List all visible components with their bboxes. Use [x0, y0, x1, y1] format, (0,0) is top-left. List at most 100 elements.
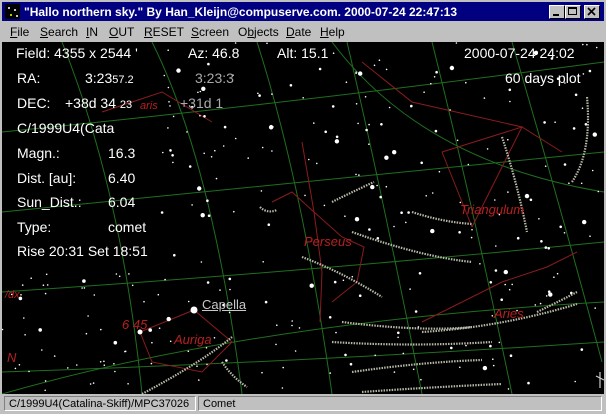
star	[169, 340, 172, 343]
star	[271, 93, 273, 95]
star	[281, 387, 284, 389]
star	[417, 326, 420, 328]
star	[588, 69, 592, 73]
menu-in[interactable]: IN	[86, 25, 98, 39]
star	[257, 92, 259, 95]
star	[234, 137, 237, 140]
distance-value: 6.40	[108, 170, 136, 186]
star	[200, 261, 203, 263]
star	[344, 215, 346, 217]
star	[18, 364, 21, 366]
star	[81, 287, 83, 289]
cursor-marker	[595, 372, 604, 388]
star	[44, 389, 46, 392]
rise-set-readout: Rise 20:31 Set 18:51	[17, 243, 148, 259]
star	[563, 163, 567, 166]
menu-screen[interactable]: Screen	[191, 25, 229, 39]
star	[324, 130, 328, 134]
star	[173, 253, 176, 257]
star	[385, 68, 388, 71]
star	[486, 148, 489, 150]
star	[435, 70, 438, 74]
maximize-button[interactable]	[565, 5, 581, 19]
menu-file[interactable]: File	[10, 25, 29, 39]
star	[591, 169, 594, 172]
star	[198, 379, 200, 381]
star	[124, 350, 126, 353]
capella-star[interactable]	[190, 306, 198, 314]
star	[332, 52, 335, 54]
star	[491, 315, 494, 317]
star	[329, 372, 332, 374]
star	[262, 261, 265, 263]
star	[206, 363, 208, 366]
star	[410, 104, 413, 108]
status-bar: C/1999U4(Catalina-Skiff)/MPC37026 Comet	[2, 395, 604, 412]
star	[516, 236, 520, 240]
star	[203, 115, 206, 118]
maximize-icon	[568, 7, 577, 15]
star	[374, 354, 377, 357]
label-edge-fragment: /dx	[5, 289, 20, 301]
star	[378, 59, 381, 61]
star	[586, 43, 588, 46]
star	[540, 240, 543, 243]
ra-value-seconds: 57.2	[112, 74, 134, 86]
star	[67, 367, 69, 369]
label-grid-ra: 6 45	[122, 317, 148, 332]
menu-objects[interactable]: Objects	[238, 25, 279, 39]
star	[302, 97, 305, 99]
star	[388, 106, 391, 109]
star	[358, 294, 362, 297]
star	[534, 304, 537, 306]
star	[570, 291, 573, 295]
star	[397, 331, 400, 335]
label-aris-fragment: aris	[140, 100, 158, 112]
sky-map[interactable]: Field: 4355 x 2544 ' Az: 46.8 Alt: 15.1 …	[2, 42, 604, 394]
star	[38, 328, 42, 332]
main-window: "Hallo northern sky." By Han_Kleijn@comp…	[0, 0, 606, 414]
minimize-button[interactable]	[549, 5, 565, 19]
star	[176, 68, 181, 73]
label-perseus[interactable]: Perseus	[304, 234, 352, 249]
menu-help[interactable]: Help	[320, 25, 345, 39]
label-auriga[interactable]: Auriga	[174, 332, 212, 347]
label-capella[interactable]: Capella	[202, 297, 246, 312]
star	[507, 388, 510, 390]
star	[563, 232, 566, 234]
type-label: Type:	[17, 219, 52, 235]
star	[191, 204, 193, 206]
grid-line	[511, 42, 603, 363]
star	[572, 127, 576, 130]
menu-out[interactable]: OUT	[109, 25, 134, 39]
star	[316, 162, 318, 165]
comet-trail	[571, 96, 590, 183]
star	[584, 123, 588, 126]
star	[492, 364, 495, 367]
title-bar[interactable]: "Hallo northern sky." By Han_Kleijn@comp…	[2, 2, 604, 21]
star	[233, 210, 235, 213]
menu-reset[interactable]: RESET	[144, 25, 184, 39]
close-button[interactable]	[584, 5, 600, 19]
grid-line	[331, 42, 604, 193]
star	[351, 275, 354, 278]
star	[393, 225, 395, 228]
star	[164, 278, 166, 281]
star	[450, 346, 453, 350]
star	[438, 170, 441, 173]
menu-date[interactable]: Date	[286, 25, 311, 39]
comet-trails	[141, 96, 590, 394]
star	[199, 114, 201, 117]
star	[580, 182, 583, 185]
star	[210, 156, 213, 158]
menu-search[interactable]: Search	[40, 25, 78, 39]
star	[331, 105, 335, 108]
label-triangulum[interactable]: Triangulum	[460, 202, 524, 217]
grid-line	[2, 341, 604, 373]
star	[504, 283, 507, 286]
label-aries[interactable]: Aries	[494, 306, 524, 321]
star	[276, 324, 278, 327]
star	[559, 225, 562, 229]
star	[479, 263, 481, 265]
comet-trail	[500, 136, 529, 233]
